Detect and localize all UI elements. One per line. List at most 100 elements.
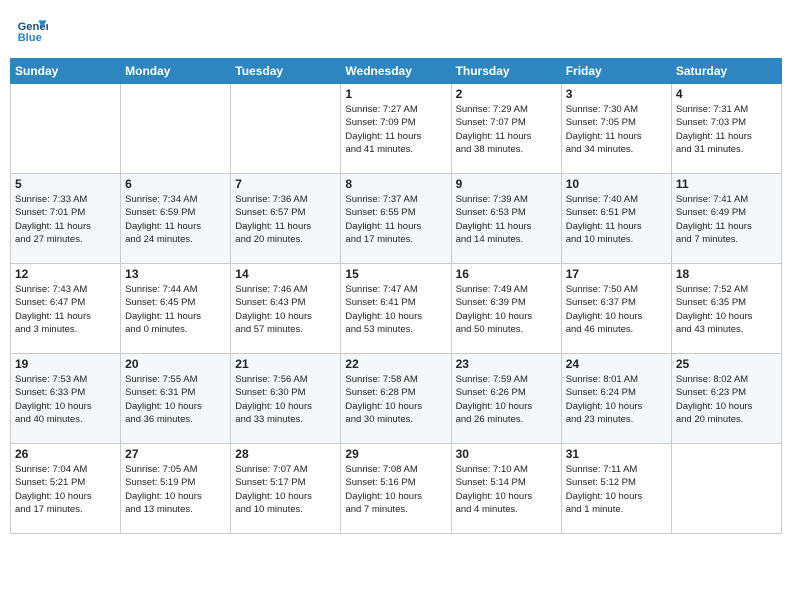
day-number: 18 — [676, 267, 777, 281]
day-info: Sunrise: 7:41 AMSunset: 6:49 PMDaylight:… — [676, 193, 777, 246]
week-row-2: 5 Sunrise: 7:33 AMSunset: 7:01 PMDaylight… — [11, 174, 782, 264]
day-info: Sunrise: 7:33 AMSunset: 7:01 PMDaylight:… — [15, 193, 116, 246]
day-info: Sunrise: 7:56 AMSunset: 6:30 PMDaylight:… — [235, 373, 336, 426]
calendar-cell: 31Sunrise: 7:11 AMSunset: 5:12 PMDayligh… — [561, 444, 671, 534]
day-info: Sunrise: 7:43 AMSunset: 6:47 PMDaylight:… — [15, 283, 116, 336]
day-info: Sunrise: 7:05 AMSunset: 5:19 PMDaylight:… — [125, 463, 226, 516]
logo-icon: General Blue — [16, 14, 48, 46]
calendar-cell: 13Sunrise: 7:44 AMSunset: 6:45 PMDayligh… — [121, 264, 231, 354]
day-info: Sunrise: 7:53 AMSunset: 6:33 PMDaylight:… — [15, 373, 116, 426]
calendar-cell: 5 Sunrise: 7:33 AMSunset: 7:01 PMDaylight… — [11, 174, 121, 264]
day-number: 8 — [345, 177, 446, 191]
day-number: 20 — [125, 357, 226, 371]
calendar-cell — [121, 84, 231, 174]
calendar-cell: 17 Sunrise: 7:50 AMSunset: 6:37 PMDayligh… — [561, 264, 671, 354]
week-row-4: 19 Sunrise: 7:53 AMSunset: 6:33 PMDayligh… — [11, 354, 782, 444]
day-info: Sunrise: 8:02 AMSunset: 6:23 PMDaylight:… — [676, 373, 777, 426]
calendar-cell: 30 Sunrise: 7:10 AMSunset: 5:14 PMDayligh… — [451, 444, 561, 534]
calendar-cell: 4 Sunrise: 7:31 AMSunset: 7:03 PMDaylight… — [671, 84, 781, 174]
week-row-3: 12 Sunrise: 7:43 AMSunset: 6:47 PMDayligh… — [11, 264, 782, 354]
day-number: 14 — [235, 267, 336, 281]
day-info: Sunrise: 7:30 AMSunset: 7:05 PMDaylight:… — [566, 103, 667, 156]
day-info: Sunrise: 8:01 AMSunset: 6:24 PMDaylight:… — [566, 373, 667, 426]
day-number: 28 — [235, 447, 336, 461]
day-info: Sunrise: 7:47 AMSunset: 6:41 PMDaylight:… — [345, 283, 446, 336]
week-row-5: 26Sunrise: 7:04 AMSunset: 5:21 PMDayligh… — [11, 444, 782, 534]
calendar-cell: 16 Sunrise: 7:49 AMSunset: 6:39 PMDayligh… — [451, 264, 561, 354]
day-info: Sunrise: 7:37 AMSunset: 6:55 PMDaylight:… — [345, 193, 446, 246]
calendar-cell: 11 Sunrise: 7:41 AMSunset: 6:49 PMDayligh… — [671, 174, 781, 264]
day-number: 17 — [566, 267, 667, 281]
svg-text:Blue: Blue — [18, 32, 42, 44]
day-info: Sunrise: 7:07 AMSunset: 5:17 PMDaylight:… — [235, 463, 336, 516]
day-number: 27 — [125, 447, 226, 461]
day-number: 10 — [566, 177, 667, 191]
calendar-cell: 21 Sunrise: 7:56 AMSunset: 6:30 PMDayligh… — [231, 354, 341, 444]
day-info: Sunrise: 7:29 AMSunset: 7:07 PMDaylight:… — [456, 103, 557, 156]
day-number: 4 — [676, 87, 777, 101]
day-number: 23 — [456, 357, 557, 371]
day-number: 19 — [15, 357, 116, 371]
day-info: Sunrise: 7:36 AMSunset: 6:57 PMDaylight:… — [235, 193, 336, 246]
day-number: 2 — [456, 87, 557, 101]
day-number: 29 — [345, 447, 446, 461]
calendar-table: SundayMondayTuesdayWednesdayThursdayFrid… — [10, 58, 782, 534]
calendar-cell: 25Sunrise: 8:02 AMSunset: 6:23 PMDayligh… — [671, 354, 781, 444]
day-info: Sunrise: 7:34 AMSunset: 6:59 PMDaylight:… — [125, 193, 226, 246]
calendar-cell: 28 Sunrise: 7:07 AMSunset: 5:17 PMDayligh… — [231, 444, 341, 534]
day-number: 7 — [235, 177, 336, 191]
weekday-header-tuesday: Tuesday — [231, 59, 341, 84]
logo: General Blue — [16, 14, 50, 46]
day-info: Sunrise: 7:40 AMSunset: 6:51 PMDaylight:… — [566, 193, 667, 246]
page-header: General Blue — [10, 10, 782, 50]
calendar-cell: 22Sunrise: 7:58 AMSunset: 6:28 PMDayligh… — [341, 354, 451, 444]
day-number: 5 — [15, 177, 116, 191]
day-info: Sunrise: 7:50 AMSunset: 6:37 PMDaylight:… — [566, 283, 667, 336]
day-number: 15 — [345, 267, 446, 281]
calendar-cell: 19 Sunrise: 7:53 AMSunset: 6:33 PMDayligh… — [11, 354, 121, 444]
day-number: 9 — [456, 177, 557, 191]
calendar-cell: 26Sunrise: 7:04 AMSunset: 5:21 PMDayligh… — [11, 444, 121, 534]
calendar-cell: 24 Sunrise: 8:01 AMSunset: 6:24 PMDayligh… — [561, 354, 671, 444]
calendar-cell: 29 Sunrise: 7:08 AMSunset: 5:16 PMDayligh… — [341, 444, 451, 534]
calendar-cell: 15 Sunrise: 7:47 AMSunset: 6:41 PMDayligh… — [341, 264, 451, 354]
day-info: Sunrise: 7:11 AMSunset: 5:12 PMDaylight:… — [566, 463, 667, 516]
day-info: Sunrise: 7:49 AMSunset: 6:39 PMDaylight:… — [456, 283, 557, 336]
day-info: Sunrise: 7:08 AMSunset: 5:16 PMDaylight:… — [345, 463, 446, 516]
calendar-cell: 14Sunrise: 7:46 AMSunset: 6:43 PMDayligh… — [231, 264, 341, 354]
day-number: 26 — [15, 447, 116, 461]
day-info: Sunrise: 7:52 AMSunset: 6:35 PMDaylight:… — [676, 283, 777, 336]
calendar-cell — [671, 444, 781, 534]
day-number: 16 — [456, 267, 557, 281]
calendar-cell: 20Sunrise: 7:55 AMSunset: 6:31 PMDayligh… — [121, 354, 231, 444]
day-number: 21 — [235, 357, 336, 371]
calendar-cell: 3Sunrise: 7:30 AMSunset: 7:05 PMDaylight… — [561, 84, 671, 174]
calendar-cell: 23 Sunrise: 7:59 AMSunset: 6:26 PMDayligh… — [451, 354, 561, 444]
calendar-header: SundayMondayTuesdayWednesdayThursdayFrid… — [11, 59, 782, 84]
day-info: Sunrise: 7:10 AMSunset: 5:14 PMDaylight:… — [456, 463, 557, 516]
day-number: 22 — [345, 357, 446, 371]
calendar-cell: 27 Sunrise: 7:05 AMSunset: 5:19 PMDayligh… — [121, 444, 231, 534]
day-number: 6 — [125, 177, 226, 191]
calendar-cell — [231, 84, 341, 174]
calendar-cell: 12 Sunrise: 7:43 AMSunset: 6:47 PMDayligh… — [11, 264, 121, 354]
day-number: 1 — [345, 87, 446, 101]
day-info: Sunrise: 7:31 AMSunset: 7:03 PMDaylight:… — [676, 103, 777, 156]
calendar-cell: 7 Sunrise: 7:36 AMSunset: 6:57 PMDaylight… — [231, 174, 341, 264]
day-number: 12 — [15, 267, 116, 281]
weekday-header-sunday: Sunday — [11, 59, 121, 84]
day-info: Sunrise: 7:27 AMSunset: 7:09 PMDaylight:… — [345, 103, 446, 156]
calendar-cell: 1 Sunrise: 7:27 AMSunset: 7:09 PMDaylight… — [341, 84, 451, 174]
calendar-cell: 18 Sunrise: 7:52 AMSunset: 6:35 PMDayligh… — [671, 264, 781, 354]
day-info: Sunrise: 7:39 AMSunset: 6:53 PMDaylight:… — [456, 193, 557, 246]
day-info: Sunrise: 7:59 AMSunset: 6:26 PMDaylight:… — [456, 373, 557, 426]
calendar-cell — [11, 84, 121, 174]
day-info: Sunrise: 7:44 AMSunset: 6:45 PMDaylight:… — [125, 283, 226, 336]
calendar-cell: 9 Sunrise: 7:39 AMSunset: 6:53 PMDaylight… — [451, 174, 561, 264]
weekday-header-saturday: Saturday — [671, 59, 781, 84]
calendar-cell: 2 Sunrise: 7:29 AMSunset: 7:07 PMDaylight… — [451, 84, 561, 174]
day-number: 11 — [676, 177, 777, 191]
day-number: 24 — [566, 357, 667, 371]
day-number: 30 — [456, 447, 557, 461]
weekday-header-thursday: Thursday — [451, 59, 561, 84]
